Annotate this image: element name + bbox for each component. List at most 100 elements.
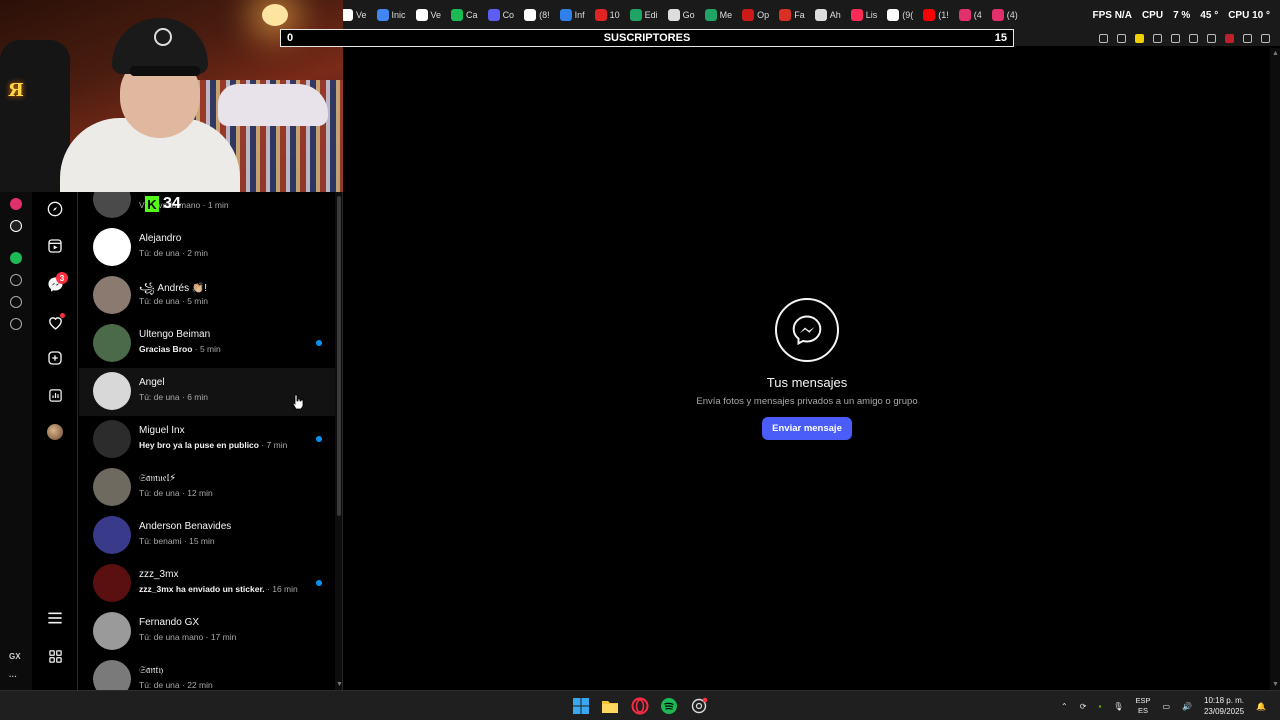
- scroll-down-icon[interactable]: ▼: [336, 681, 342, 688]
- browser-tab[interactable]: Fa: [774, 0, 810, 30]
- history-icon[interactable]: [10, 274, 22, 286]
- conversation-scrollbar[interactable]: ▼: [335, 192, 342, 690]
- conversation-item[interactable]: Anderson Benavides Tú: benami · 15 min: [79, 512, 335, 560]
- notifications-icon[interactable]: 🔔: [1256, 702, 1266, 711]
- nvidia-icon[interactable]: ▪: [1098, 702, 1101, 711]
- conversation-time: 15 min: [189, 536, 215, 546]
- unread-dot: [316, 340, 322, 346]
- conversation-item[interactable]: Alejandro Tú: de una · 2 min: [79, 224, 335, 272]
- avatar: [93, 276, 131, 314]
- browser-tab[interactable]: Ca: [446, 0, 483, 30]
- tray-chevron-icon[interactable]: ⌃: [1061, 702, 1068, 711]
- profile-r-icon[interactable]: [1225, 33, 1234, 43]
- language-indicator[interactable]: ESP ES: [1135, 696, 1150, 716]
- browser-tab[interactable]: Co: [483, 0, 520, 30]
- volume-icon[interactable]: 🔊: [1182, 702, 1192, 711]
- conversation-item[interactable]: Vi privada mano · 1 min: [79, 192, 335, 224]
- extensions-icon[interactable]: [10, 296, 22, 308]
- system-stats: FPS N/A CPU 7 % 45 ° CPU 10 °: [1086, 0, 1270, 30]
- system-tray: ⌃ ⟳ ▪ 🎙 ESP ES ▭ 🔊 10:18 p. m. 23/09/202…: [1061, 691, 1266, 720]
- download-icon[interactable]: [1243, 33, 1252, 43]
- clock[interactable]: 10:18 p. m. 23/09/2025: [1204, 695, 1244, 717]
- browser-tab[interactable]: Inf: [555, 0, 590, 30]
- tab-label: Ah: [829, 10, 841, 20]
- tab-label: Me: [719, 10, 733, 20]
- page-scrollbar[interactable]: ▲ ▼: [1270, 48, 1280, 690]
- scroll-up-icon[interactable]: ▲: [1272, 50, 1279, 57]
- browser-tab[interactable]: (1!: [918, 0, 954, 30]
- tab-favicon-icon: [451, 9, 464, 21]
- conversation-item[interactable]: zzz_3mx zzz_3mx ha enviado un sticker. · …: [79, 560, 335, 608]
- preview-text: Tú: benami: [139, 536, 182, 546]
- browser-tab[interactable]: Lis: [846, 0, 883, 30]
- browser-tab[interactable]: (8!: [519, 0, 555, 30]
- tiktok-icon[interactable]: [10, 220, 22, 232]
- conversation-item[interactable]: Miguel Inx Hey bro ya la puse en publico …: [79, 416, 335, 464]
- browser-tab[interactable]: (9(: [882, 0, 918, 30]
- browser-tab[interactable]: Me: [700, 0, 738, 30]
- heart-outline-icon[interactable]: [1171, 33, 1180, 43]
- crop-icon[interactable]: [1117, 33, 1126, 43]
- browser-tab[interactable]: Op: [737, 0, 774, 30]
- browser-tab[interactable]: (4): [987, 0, 1023, 30]
- conversation-preview: Tú: de una · 22 min: [139, 680, 213, 690]
- browser-tab[interactable]: Ve: [411, 0, 447, 30]
- spotify-icon[interactable]: [660, 697, 678, 715]
- scroll-thumb[interactable]: [337, 196, 341, 516]
- reels-icon[interactable]: [46, 237, 64, 255]
- tab-label: Ca: [466, 10, 478, 20]
- browser-tab[interactable]: Ah: [810, 0, 846, 30]
- tab-favicon-icon: [415, 9, 428, 21]
- opera-gx-icon[interactable]: [631, 697, 649, 715]
- scroll-down-icon[interactable]: ▼: [1272, 681, 1279, 688]
- extension-icon[interactable]: [1189, 33, 1198, 43]
- browser-tab[interactable]: (4: [954, 0, 987, 30]
- pin-icon[interactable]: [1099, 33, 1108, 43]
- tab-label: Ve: [356, 10, 367, 20]
- conversation-item[interactable]: 𝔖𝔞𝔫𝔱𝔶 Tú: de una · 22 min: [79, 656, 335, 690]
- neon-sign: Я: [8, 80, 24, 101]
- unread-dot: [316, 580, 322, 586]
- microphone-icon[interactable]: 🎙: [1113, 702, 1123, 711]
- conversation-item[interactable]: 𝔖𝔞𝔪𝔲𝔢𝔩⚡ Tú: de una · 12 min: [79, 464, 335, 512]
- play-icon[interactable]: [1153, 33, 1162, 43]
- apps-icon[interactable]: [46, 647, 64, 665]
- conversation-item[interactable]: Fernando GX Tú: de una mano · 17 min: [79, 608, 335, 656]
- more-options-icon[interactable]: ···: [9, 672, 17, 681]
- profile-avatar[interactable]: [46, 423, 64, 441]
- windows-start-icon[interactable]: [572, 697, 590, 715]
- temp-readout: 45 °: [1200, 9, 1219, 21]
- preview-text: Tú: de una: [139, 488, 180, 498]
- tab-label: Inf: [574, 10, 585, 20]
- spotify-icon[interactable]: [10, 252, 22, 264]
- cpu-label: CPU: [1141, 9, 1164, 21]
- instagram-icon[interactable]: [10, 198, 22, 210]
- conversation-item[interactable]: Ultengo Beiman Gracias Broo · 5 min: [79, 320, 335, 368]
- unread-dot: [316, 436, 322, 442]
- create-icon[interactable]: [46, 349, 64, 367]
- kick-logo-icon: K: [145, 196, 159, 212]
- explore-icon[interactable]: [46, 200, 64, 218]
- dashboard-icon[interactable]: [46, 386, 64, 404]
- menu-icon[interactable]: [46, 609, 64, 627]
- conversation-time: 7 min: [266, 440, 288, 450]
- browser-tab[interactable]: Edi: [625, 0, 663, 30]
- browser-menu-icon[interactable]: [1261, 33, 1270, 43]
- puzzle-icon[interactable]: [1207, 33, 1216, 43]
- settings-icon[interactable]: [10, 318, 22, 330]
- browser-tab[interactable]: Go: [663, 0, 700, 30]
- tray-app-icon[interactable]: ⟳: [1080, 702, 1087, 711]
- shield-icon[interactable]: [1135, 33, 1144, 43]
- browser-tab[interactable]: 10: [590, 0, 625, 30]
- network-icon[interactable]: ▭: [1162, 702, 1170, 711]
- file-explorer-icon[interactable]: [601, 697, 619, 715]
- conversation-preview: Tú: de una · 12 min: [139, 488, 213, 498]
- conversation-item[interactable]: ꧁ Andrés 👏🏼! Tú: de una · 5 min: [79, 272, 335, 320]
- tab-label: (9(: [902, 10, 914, 20]
- send-message-button[interactable]: Enviar mensaje: [762, 417, 852, 440]
- avatar: [93, 660, 131, 690]
- chatgpt-icon[interactable]: [690, 697, 708, 715]
- conversation-name: Angel: [139, 377, 165, 388]
- browser-tab[interactable]: Inic: [372, 0, 411, 30]
- lang-bottom: ES: [1137, 706, 1148, 715]
